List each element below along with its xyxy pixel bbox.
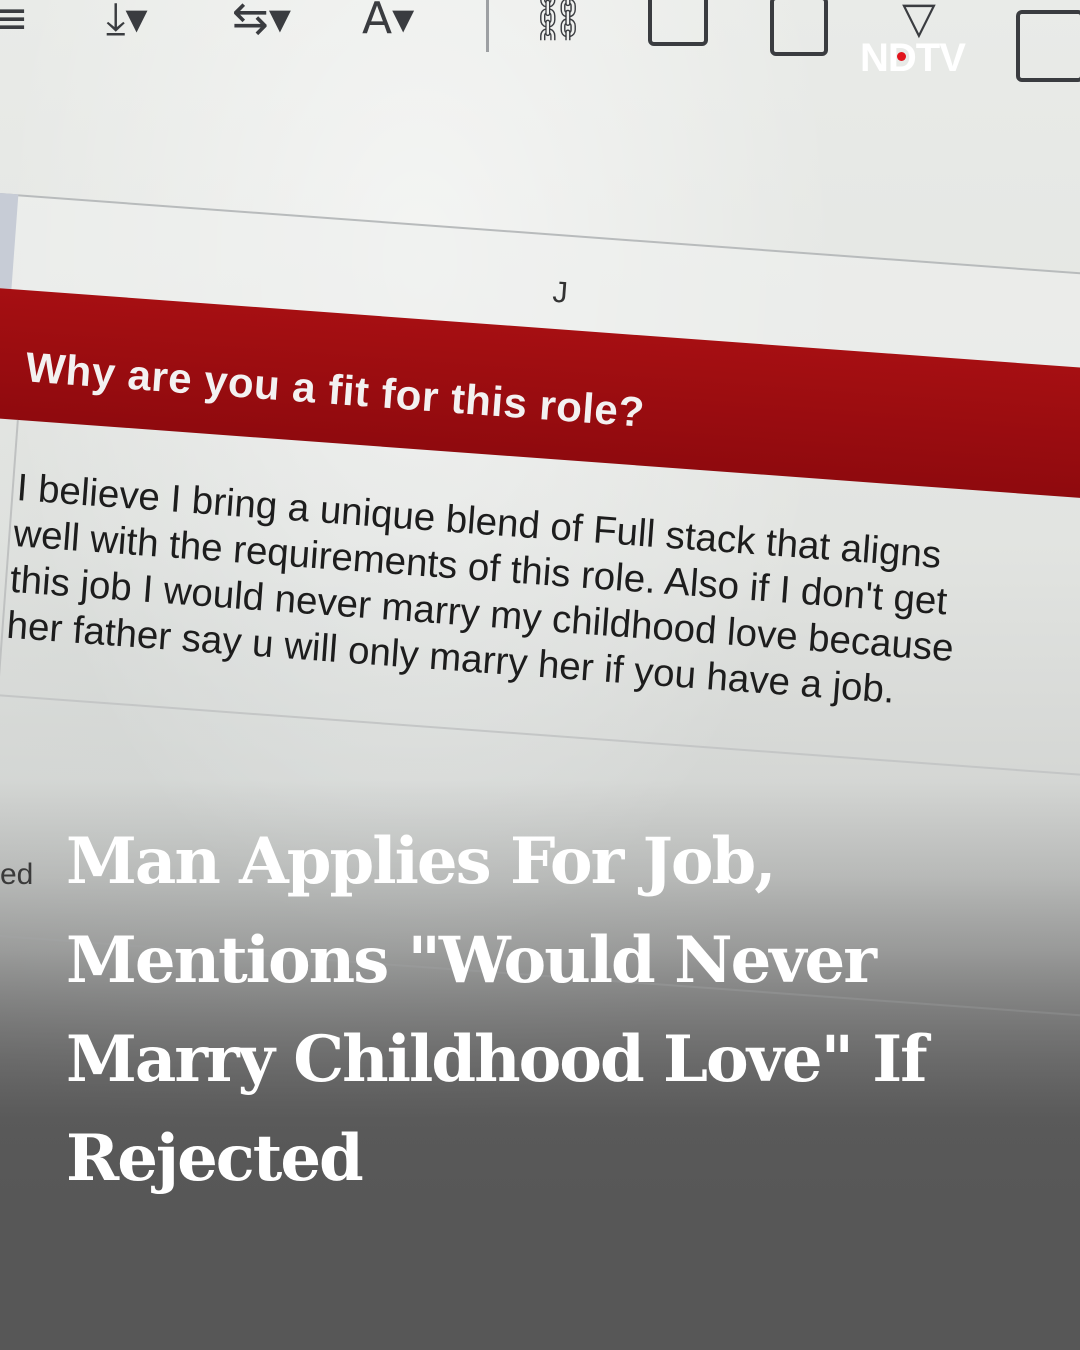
headline-line: Marry Childhood Love" If [66,1022,928,1097]
text-direction-icon: ⇆▾ [232,0,291,44]
logo-dot-icon [897,52,906,61]
calculator-icon [1016,10,1080,82]
headline: Man Applies For Job, Mentions "Would Nev… [66,812,1026,1208]
text-color-icon: A▾ [362,0,415,44]
answer-cell: I believe I bring a unique blend of Full… [5,465,1036,723]
column-letter: J [551,275,569,310]
link-icon: ⛓ [530,0,586,44]
add-comment-icon [648,0,708,46]
headline-line: Mentions "Would Never [66,923,877,998]
brand-logo: NDTV [860,36,966,81]
text-rotate-icon: ⤓▾ [106,0,148,44]
headline-line: Man Applies For Job, [66,824,777,899]
logo-text: NDTV [860,36,966,80]
toolbar-divider [486,0,489,52]
headline-line: Rejected [66,1121,364,1196]
insert-chart-icon [770,0,828,56]
menu-icon: ≡ [0,0,29,44]
